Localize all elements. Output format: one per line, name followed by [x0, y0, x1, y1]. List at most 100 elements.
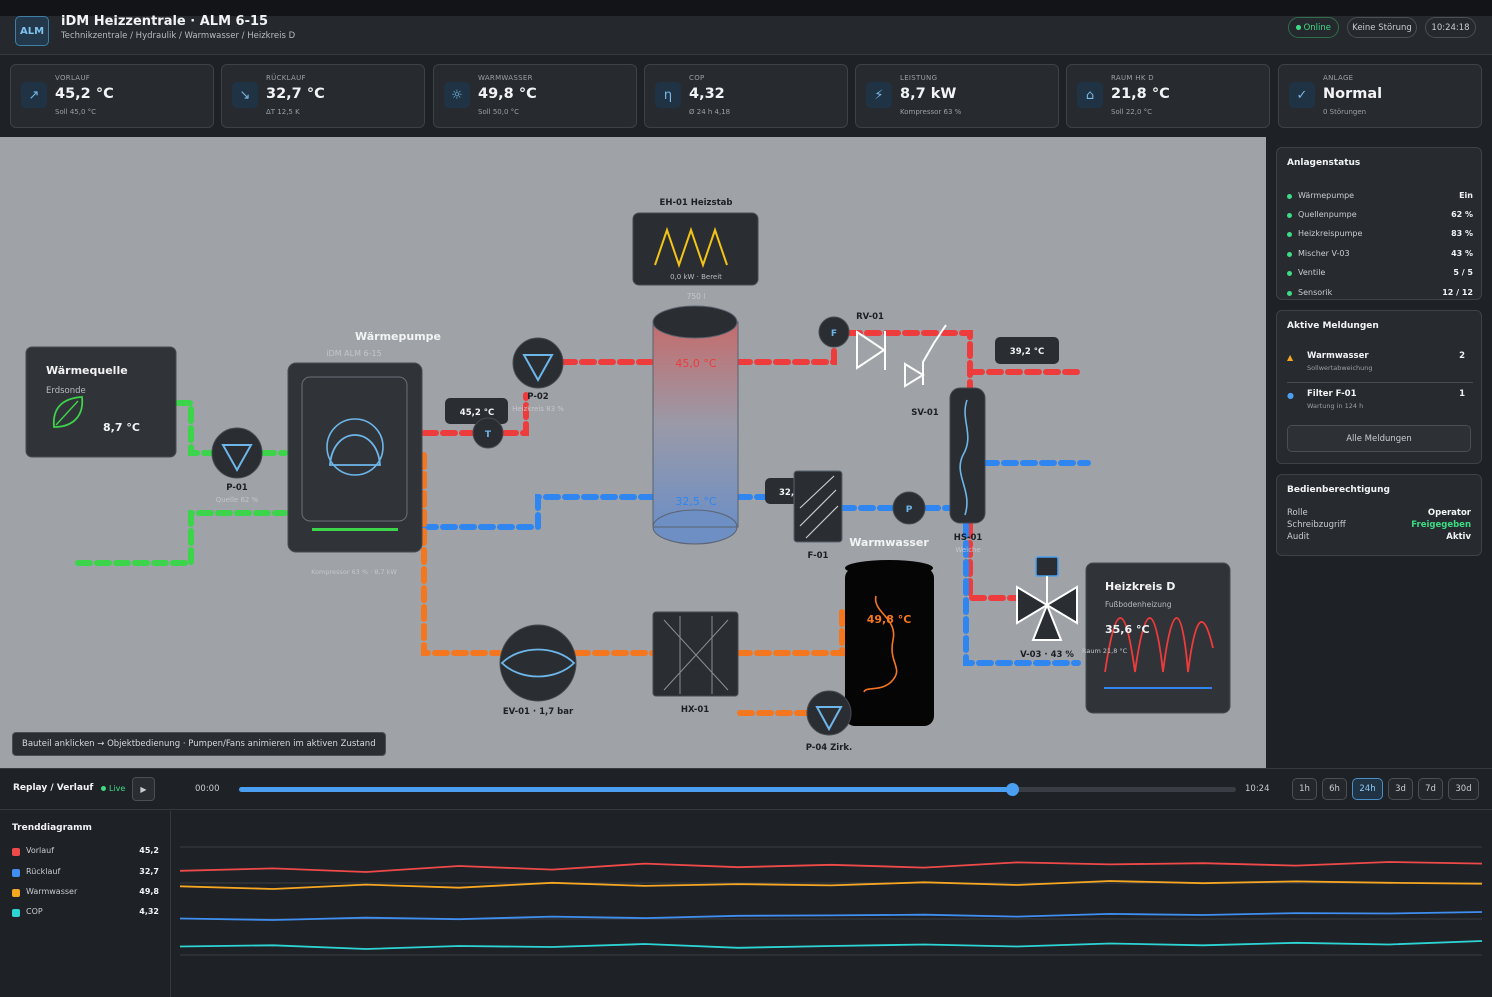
flow-sensor-label: F	[831, 329, 837, 339]
kpi-card-vorlauf[interactable]: ↗ VORLAUF 45,2 °C Soll 45,0 °C	[10, 64, 214, 128]
heating-circuit-title: Heizkreis D	[1105, 580, 1175, 593]
permission-value: Aktiv	[1446, 532, 1471, 542]
pressure-sensor[interactable]: P	[892, 491, 926, 525]
supply-temp-badge[interactable]: 39,2 °C	[995, 337, 1059, 364]
kpi-sub: Ø 24 h 4,18	[689, 108, 731, 116]
message-item[interactable]: ● Filter F-01 Wartung in 124 h 1	[1287, 389, 1473, 419]
kpi-card-cop[interactable]: η COP 4,32 Ø 24 h 4,18	[644, 64, 848, 128]
dhw-tank[interactable]: Warmwasser 49,8 °C	[845, 536, 934, 726]
right-sidebar: Anlagenstatus Wärmepumpe Ein Quellenpumpe…	[1267, 137, 1492, 768]
check-valve-rv01[interactable]: RV-01	[856, 312, 886, 370]
kpi-card-raum[interactable]: ⌂ RAUM HK D 21,8 °C Soll 22,0 °C	[1066, 64, 1270, 128]
legend-name: COP	[26, 907, 43, 916]
legend-item[interactable]: Warmwasser 49,8	[12, 887, 159, 899]
heat-pump[interactable]: Wärmepumpe iDM ALM 6-15 Kompressor 63 % …	[287, 330, 441, 576]
kpi-label: WARMWASSER	[478, 74, 533, 82]
pump-p02[interactable]: P-02 Heizkreis 83 %	[512, 337, 564, 413]
range-30d[interactable]: 30d	[1448, 778, 1479, 800]
range-1h[interactable]: 1h	[1292, 778, 1317, 800]
status-row[interactable]: Wärmepumpe Ein	[1287, 191, 1473, 203]
play-button[interactable]: ▶	[132, 777, 155, 801]
heat-exchanger-hx01[interactable]: HX-01	[652, 611, 739, 715]
v03-label: V-03 · 43 %	[1020, 650, 1074, 660]
clock: 10:24:18	[1425, 17, 1476, 38]
range-3d[interactable]: 3d	[1388, 778, 1413, 800]
legend-value: 4,32	[139, 907, 159, 916]
flow-temp-badge[interactable]: 45,2 °C	[445, 398, 508, 424]
permission-card: Bedienberechtigung Rolle Operator Schreib…	[1276, 474, 1482, 556]
mixing-valve-v03[interactable]: V-03 · 43 %	[1016, 556, 1078, 660]
legend-item[interactable]: COP 4,32	[12, 907, 159, 919]
timeline-handle[interactable]	[1005, 783, 1019, 796]
trend-chart[interactable]	[172, 811, 1492, 997]
range-7d[interactable]: 7d	[1418, 778, 1443, 800]
permission-title: Bedienberechtigung	[1287, 485, 1390, 495]
heating-circuit-room: Raum 21,8 °C	[1082, 647, 1128, 655]
legend-item[interactable]: Rücklauf 32,7	[12, 867, 159, 879]
arrow-down-right-icon: ↘	[232, 82, 258, 108]
pump-p02-label: P-02	[527, 392, 549, 402]
kpi-card-leistung[interactable]: ⚡ LEISTUNG 8,7 kW Kompressor 63 %	[855, 64, 1059, 128]
permission-value: Operator	[1427, 508, 1471, 518]
status-row[interactable]: Sensorik 12 / 12	[1287, 288, 1473, 300]
kpi-card-warmwasser[interactable]: ☼ WARMWASSER 49,8 °C Soll 50,0 °C	[433, 64, 637, 128]
trend-line-cop[interactable]	[179, 940, 1483, 950]
status-row[interactable]: Heizkreispumpe 83 %	[1287, 229, 1473, 241]
message-title: Filter F-01	[1307, 389, 1357, 399]
status-row[interactable]: Mischer V-03 43 %	[1287, 249, 1473, 261]
fault-status-badge[interactable]: Keine Störung	[1347, 17, 1417, 38]
legend-item[interactable]: Vorlauf 45,2	[12, 846, 159, 858]
permission-value: Freigegeben	[1411, 520, 1471, 530]
permission-row: Audit Aktiv	[1287, 532, 1471, 544]
live-indicator[interactable]: Live	[101, 784, 125, 793]
app-logo[interactable]: ALM	[15, 16, 49, 46]
status-name: Sensorik	[1298, 288, 1333, 297]
flow-sensor[interactable]: F	[818, 316, 850, 348]
heat-source-sub: Erdsonde	[46, 386, 86, 396]
replay-bar: Replay / Verlauf Live ▶ 00:00 10:24 1h 6…	[0, 768, 1492, 810]
trend-line-vorlauf[interactable]	[179, 861, 1483, 873]
heat-source-box[interactable]: Wärmequelle Erdsonde 8,7 °C	[25, 346, 177, 458]
kpi-card-anlage[interactable]: ✓ ANLAGE Normal 0 Störungen	[1278, 64, 1482, 128]
message-item[interactable]: ▲ Warmwasser Sollwertabweichung 2	[1287, 351, 1473, 383]
temperature-sensor[interactable]: T	[472, 417, 504, 449]
range-6h[interactable]: 6h	[1322, 778, 1347, 800]
plant-status-card: Anlagenstatus Wärmepumpe Ein Quellenpumpe…	[1276, 147, 1482, 300]
buffer-tank[interactable]: 750 l 45,0 °C 32,5 °C	[652, 292, 739, 545]
hs01-label: HS-01	[954, 533, 983, 543]
status-name: Heizkreispumpe	[1298, 229, 1363, 238]
status-row[interactable]: Ventile 5 / 5	[1287, 268, 1473, 280]
warning-icon: ▲	[1287, 353, 1294, 362]
kpi-sub: Kompressor 63 %	[900, 108, 962, 116]
all-messages-button[interactable]: Alle Meldungen	[1287, 425, 1471, 452]
pump-p04[interactable]: P-04 Zirk.	[806, 690, 853, 753]
status-dot-icon	[1287, 252, 1292, 257]
electric-heater-eh01[interactable]: EH-01 Heizstab 0,0 kW · Bereit	[632, 198, 759, 286]
trend-line-warmwasser[interactable]	[179, 880, 1483, 890]
heating-circuit-sub: Fußbodenheizung	[1105, 600, 1172, 609]
breadcrumb[interactable]: Technikzentrale / Hydraulik / Warmwasser…	[61, 31, 295, 41]
pressure-sensor-label: P	[906, 505, 913, 515]
play-icon: ▶	[140, 784, 147, 794]
range-24h[interactable]: 24h	[1352, 778, 1383, 800]
sun-icon: ☼	[444, 82, 470, 108]
pump-p01[interactable]: P-01 Quelle 62 %	[211, 427, 263, 504]
filter-f01[interactable]: F-01	[793, 470, 843, 561]
permission-name: Rolle	[1287, 508, 1308, 518]
kpi-card-ruecklauf[interactable]: ↘ RÜCKLAUF 32,7 °C ΔT 12,5 K	[221, 64, 425, 128]
expansion-vessel-ev01[interactable]: EV-01 · 1,7 bar	[499, 624, 577, 717]
kpi-value: 49,8 °C	[478, 86, 537, 102]
arrow-up-right-icon: ↗	[21, 82, 47, 108]
timeline-slider[interactable]	[239, 783, 1236, 796]
status-row[interactable]: Quellenpumpe 62 %	[1287, 210, 1473, 222]
legend-name: Rücklauf	[26, 867, 61, 876]
legend-name: Warmwasser	[26, 887, 78, 896]
legend-swatch	[12, 889, 20, 897]
status-value: 43 %	[1451, 249, 1473, 258]
kpi-value: 4,32	[689, 86, 725, 102]
kpi-label: LEISTUNG	[900, 74, 938, 82]
kpi-sub: Soll 22,0 °C	[1111, 108, 1153, 116]
safety-valve-sv01[interactable]: SV-01	[904, 324, 947, 418]
status-value: Ein	[1459, 191, 1473, 200]
heating-circuit-d[interactable]: Heizkreis D Fußbodenheizung 35,6 °C Raum…	[1082, 562, 1231, 714]
